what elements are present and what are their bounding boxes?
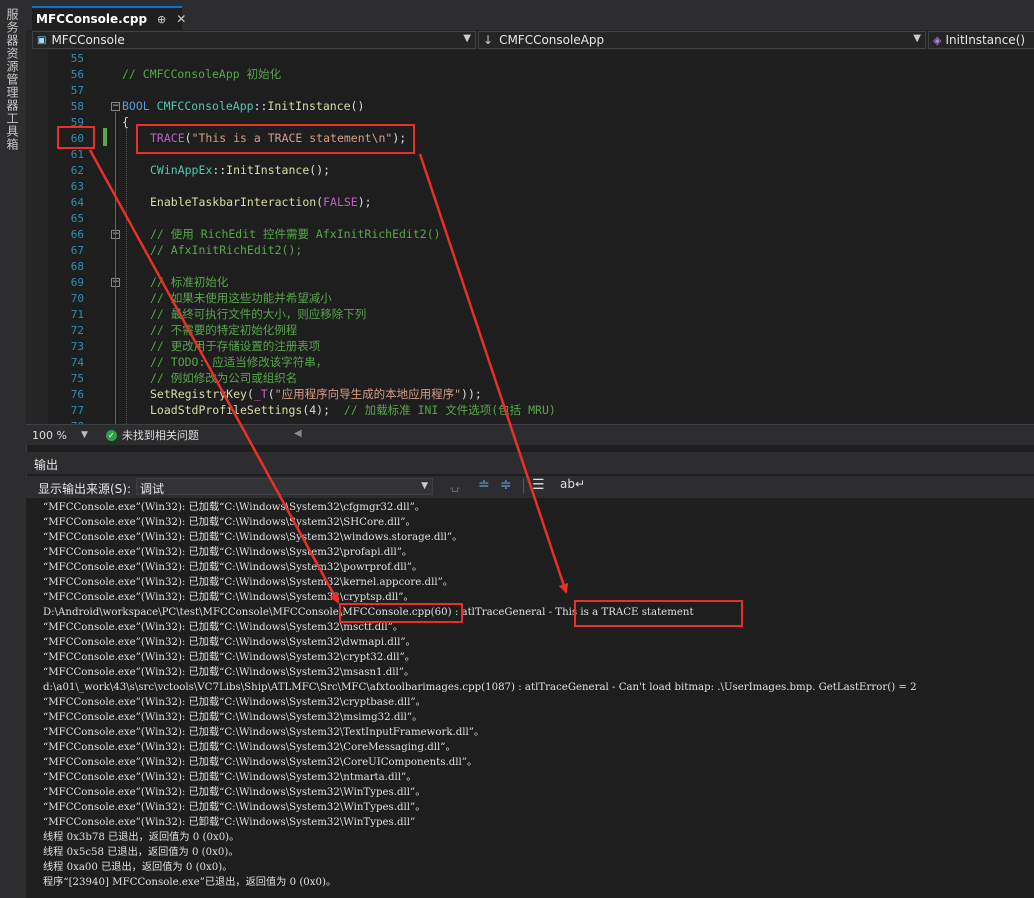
annotation-arrows	[88, 149, 569, 604]
arrow-code-to-output	[418, 153, 569, 594]
arrow-line-to-source	[88, 149, 340, 604]
